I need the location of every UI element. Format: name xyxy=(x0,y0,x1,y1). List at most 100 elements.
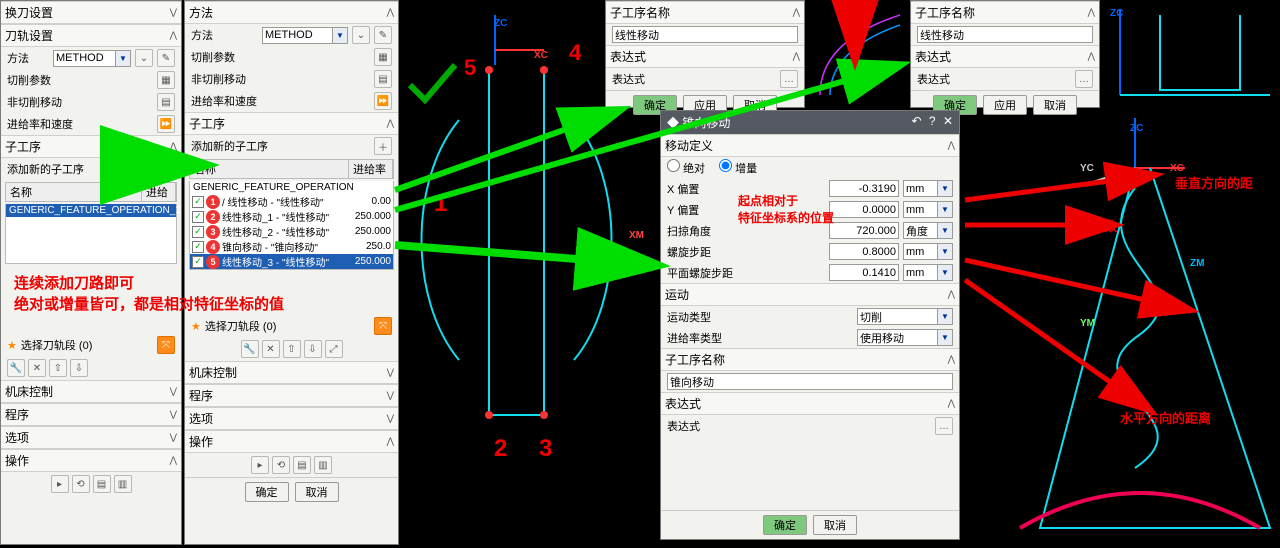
fld-input-1[interactable] xyxy=(829,201,899,218)
p5-name-hdr[interactable]: 子工序名称⋀ xyxy=(911,1,1099,24)
fld-input-4[interactable] xyxy=(829,264,899,281)
add-sub[interactable]: 添加新的子工序 xyxy=(7,161,153,177)
fld-unit-0[interactable]: ▼ xyxy=(903,180,953,197)
motion-type-combo[interactable]: ▼ xyxy=(857,308,953,325)
act-b1[interactable]: ▸ xyxy=(51,475,69,493)
method-combo[interactable]: ▼ xyxy=(53,50,131,67)
p2-cancel[interactable]: 取消 xyxy=(295,482,339,502)
add-sub-icon[interactable]: ＋ xyxy=(157,160,175,178)
dlg-undo-icon[interactable]: ↶ xyxy=(912,114,922,128)
p2-sec-prog[interactable]: 程序⋁ xyxy=(185,384,398,407)
viewport-right[interactable]: ZC YC XC ZM YM 垂直方向的距 水平方向的距离 xyxy=(960,108,1280,545)
p2-noncut-ic[interactable]: ▤ xyxy=(374,70,392,88)
fld-unit-2[interactable]: ▼ xyxy=(903,222,953,239)
p4-name-hdr[interactable]: 子工序名称⋀ xyxy=(606,1,804,24)
p2-sec-opt[interactable]: 选项⋁ xyxy=(185,407,398,430)
p2-tb1[interactable]: 🔧 xyxy=(241,340,259,358)
sec-subproc[interactable]: 子工序⋀ xyxy=(1,135,181,158)
p2-noncut[interactable]: 非切削移动 xyxy=(191,71,370,87)
viewport-small-2[interactable]: ZC xyxy=(1100,0,1280,108)
fld-input-0[interactable] xyxy=(829,180,899,197)
method-btn1[interactable]: ⌄ xyxy=(135,49,153,67)
p2-cut-ic[interactable]: ▦ xyxy=(374,48,392,66)
p5-expr-hdr[interactable]: 表达式⋀ xyxy=(911,45,1099,68)
sec-mc[interactable]: 机床控制⋁ xyxy=(1,380,181,403)
dlg-name-input[interactable] xyxy=(667,373,953,390)
dlg-sec-expr[interactable]: 表达式⋀ xyxy=(661,392,959,415)
table-row[interactable]: ✓2线性移动_1 - "线性移动"250.000 xyxy=(190,209,393,224)
fld-input-2[interactable] xyxy=(829,222,899,239)
sec-opt[interactable]: 选项⋁ xyxy=(1,426,181,449)
p2-cut[interactable]: 切削参数 xyxy=(191,49,370,65)
p2-sel-btn[interactable]: ⤧ xyxy=(374,317,392,335)
act-b3[interactable]: ▤ xyxy=(93,475,111,493)
dlg-close-icon[interactable]: ✕ xyxy=(943,114,953,128)
col-feed[interactable]: 进给 xyxy=(142,183,176,201)
p2-m-b2[interactable]: ✎ xyxy=(374,26,392,44)
noncut-icon[interactable]: ▤ xyxy=(157,93,175,111)
p2-m-b1[interactable]: ⌄ xyxy=(352,26,370,44)
table-row[interactable]: GENERIC_FEATURE_OPERATION_1 xyxy=(6,204,176,217)
dlg-sec-move[interactable]: 移动定义⋀ xyxy=(661,134,959,157)
method-btn2[interactable]: ✎ xyxy=(157,49,175,67)
sec-path-settings[interactable]: 刀轨设置⋀ xyxy=(1,24,181,47)
p4-name-input[interactable] xyxy=(612,26,798,43)
dlg-sec-name[interactable]: 子工序名称⋀ xyxy=(661,348,959,371)
p2-ok[interactable]: 确定 xyxy=(245,482,289,502)
col-name[interactable]: 名称 xyxy=(6,183,142,201)
p5-cancel[interactable]: 取消 xyxy=(1033,95,1077,115)
tb-down[interactable]: ⇩ xyxy=(70,359,88,377)
act-b4[interactable]: ▥ xyxy=(114,475,132,493)
table-row[interactable]: ✓3线性移动_2 - "线性移动"250.000 xyxy=(190,224,393,239)
p5-apply[interactable]: 应用 xyxy=(983,95,1027,115)
p2-tb3[interactable]: ⇧ xyxy=(283,340,301,358)
row-check[interactable]: ✓ xyxy=(192,211,204,223)
p2-col-name[interactable]: 名称 xyxy=(190,160,349,178)
p2-add-sub-ic[interactable]: ＋ xyxy=(374,137,392,155)
fld-input-3[interactable] xyxy=(829,243,899,260)
dlg-sec-motion[interactable]: 运动⋀ xyxy=(661,283,959,306)
dlg-help-icon[interactable]: ? xyxy=(929,114,936,128)
p4-expr-btn[interactable]: … xyxy=(780,70,798,88)
p5-expr-btn[interactable]: … xyxy=(1075,70,1093,88)
feed-icon[interactable]: ⏩ xyxy=(157,115,175,133)
row-check[interactable]: ✓ xyxy=(192,241,204,253)
p2-feed-ic[interactable]: ⏩ xyxy=(374,92,392,110)
p2-ab2[interactable]: ⟲ xyxy=(272,456,290,474)
p2-feed[interactable]: 进给率和速度 xyxy=(191,93,370,109)
fld-unit-4[interactable]: ▼ xyxy=(903,264,953,281)
p2-sec-act[interactable]: 操作⋀ xyxy=(185,430,398,453)
dlg-titlebar[interactable]: ◆ 锥向移动 ↶ ? ✕ xyxy=(661,111,959,134)
p2-tb5[interactable]: ⤢ xyxy=(325,340,343,358)
p2-sel-track[interactable]: 选择刀轨段 (0) xyxy=(205,318,370,334)
act-b2[interactable]: ⟲ xyxy=(72,475,90,493)
row-check[interactable]: ✓ xyxy=(192,196,204,208)
p2-add-sub[interactable]: 添加新的子工序 xyxy=(191,138,370,154)
tb-up[interactable]: ⇧ xyxy=(49,359,67,377)
p2-ab1[interactable]: ▸ xyxy=(251,456,269,474)
dlg-expr-btn[interactable]: … xyxy=(935,417,953,435)
p2-tb2[interactable]: ✕ xyxy=(262,340,280,358)
p2-col-feed[interactable]: 进给率 xyxy=(349,160,393,178)
dlg-ok[interactable]: 确定 xyxy=(763,515,807,535)
p2-tb4[interactable]: ⇩ xyxy=(304,340,322,358)
feed-speed[interactable]: 进给率和速度 xyxy=(7,116,153,132)
cut-params[interactable]: 切削参数 xyxy=(7,72,153,88)
p2-ab3[interactable]: ▤ xyxy=(293,456,311,474)
tb-x[interactable]: ✕ xyxy=(28,359,46,377)
tb-wrench[interactable]: 🔧 xyxy=(7,359,25,377)
p2-ab4[interactable]: ▥ xyxy=(314,456,332,474)
table-row[interactable]: ✓4锥向移动 - "锥向移动"250.0 xyxy=(190,239,393,254)
dlg-cancel[interactable]: 取消 xyxy=(813,515,857,535)
fld-unit-3[interactable]: ▼ xyxy=(903,243,953,260)
feed-type-combo[interactable]: ▼ xyxy=(857,329,953,346)
sec-act[interactable]: 操作⋀ xyxy=(1,449,181,472)
fld-unit-1[interactable]: ▼ xyxy=(903,201,953,218)
noncut-move[interactable]: 非切削移动 xyxy=(7,94,153,110)
p4-expr-hdr[interactable]: 表达式⋀ xyxy=(606,45,804,68)
sec-prog[interactable]: 程序⋁ xyxy=(1,403,181,426)
p2-sec-sub[interactable]: 子工序⋀ xyxy=(185,112,398,135)
p5-name-input[interactable] xyxy=(917,26,1093,43)
table-row[interactable]: ✓1/ 线性移动 - "线性移动"0.00 xyxy=(190,194,393,209)
radio-abs[interactable] xyxy=(667,159,680,172)
